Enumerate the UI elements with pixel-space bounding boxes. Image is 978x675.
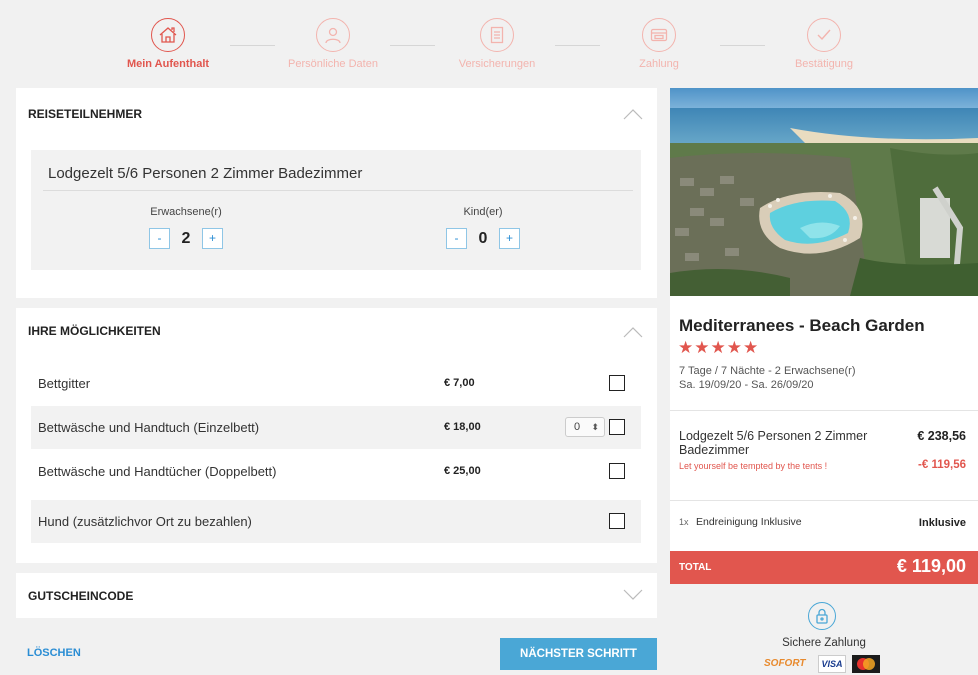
step-label: Zahlung	[639, 58, 679, 70]
quantity-value: 0	[574, 421, 581, 433]
card-icon	[642, 18, 676, 52]
next-step-button[interactable]: NÄCHSTER SCHRITT	[500, 638, 657, 670]
option-price: € 7,00	[444, 377, 475, 389]
step-label: Bestätigung	[794, 58, 854, 70]
check-icon	[807, 18, 841, 52]
option-checkbox[interactable]	[609, 463, 625, 479]
step-bestaetigung[interactable]: Bestätigung	[754, 18, 894, 70]
booking-summary-card: Mediterranees - Beach Garden ★★★★★ 7 Tag…	[670, 296, 978, 584]
children-label: Kind(er)	[463, 206, 503, 218]
stay-info: 7 Tage / 7 Nächte - 2 Erwachsene(r) Sa. …	[679, 364, 856, 392]
mastercard-logo	[852, 655, 880, 673]
total-value: € 119,00	[896, 556, 966, 576]
campsite-name: Mediterranees - Beach Garden	[679, 316, 925, 335]
adults-decrement-button[interactable]: -	[149, 228, 170, 249]
option-row-bettgitter: Bettgitter € 7,00	[31, 362, 641, 405]
option-row-hund: Hund (zusätzlichvor Ort zu bezahlen)	[31, 500, 641, 543]
children-decrement-button[interactable]: -	[446, 228, 467, 249]
options-title: IHRE MÖGLICHKEITEN	[28, 324, 161, 338]
user-icon	[316, 18, 350, 52]
children-increment-button[interactable]: +	[499, 228, 520, 249]
sofort-logo: SOFORT	[764, 658, 806, 669]
star-rating: ★★★★★	[678, 338, 760, 357]
secure-payment-label: Sichere Zahlung	[782, 637, 866, 649]
option-checkbox[interactable]	[609, 375, 625, 391]
summary-room-price: € 238,56	[917, 429, 966, 443]
cleaning-label: Endreinigung Inklusive	[696, 516, 802, 528]
participants-title: REISETEILNEHMER	[28, 107, 143, 121]
voucher-panel[interactable]: GUTSCHEINCODE	[16, 573, 657, 618]
adults-increment-button[interactable]: +	[202, 228, 223, 249]
stay-dates: Sa. 19/09/20 - Sa. 26/09/20	[679, 379, 814, 391]
campsite-photo	[670, 88, 978, 296]
chevron-down-icon[interactable]	[623, 589, 643, 601]
room-name: Lodgezelt 5/6 Personen 2 Zimmer Badezimm…	[48, 165, 363, 182]
payment-logos: SOFORT VISA	[764, 655, 880, 673]
children-counter: Kind(er) - 0 +	[423, 206, 543, 249]
divider	[670, 500, 978, 501]
cleaning-quantity: 1x	[679, 517, 689, 527]
participants-panel: REISETEILNEHMER Lodgezelt 5/6 Personen 2…	[16, 88, 657, 298]
option-checkbox[interactable]	[609, 419, 625, 435]
total-label: TOTAL	[679, 562, 712, 573]
document-icon	[480, 18, 514, 52]
step-persoenliche-daten[interactable]: Persönliche Daten	[263, 18, 403, 70]
step-label: Versicherungen	[458, 58, 536, 70]
chevron-up-icon[interactable]	[623, 108, 643, 120]
step-label: Mein Aufenthalt	[126, 58, 210, 70]
voucher-title: GUTSCHEINCODE	[28, 589, 134, 603]
visa-logo: VISA	[818, 655, 846, 673]
option-price: € 18,00	[444, 421, 481, 433]
option-row-bettwaesche-einzelbett: Bettwäsche und Handtuch (Einzelbett) € 1…	[31, 406, 641, 449]
divider	[43, 190, 633, 191]
select-arrows-icon: ⬍	[591, 422, 599, 432]
adults-counter: Erwachsene(r) - 2 +	[126, 206, 246, 249]
children-value: 0	[478, 229, 488, 247]
stay-duration: 7 Tage / 7 Nächte - 2 Erwachsene(r)	[679, 365, 856, 377]
step-versicherungen[interactable]: Versicherungen	[427, 18, 567, 70]
option-name: Bettgitter	[38, 376, 91, 391]
option-name: Hund (zusätzlichvor Ort zu bezahlen)	[38, 514, 252, 529]
option-name: Bettwäsche und Handtücher (Doppelbett)	[38, 464, 277, 479]
option-row-bettwaesche-doppelbett: Bettwäsche und Handtücher (Doppelbett) €…	[31, 450, 641, 493]
option-price: € 25,00	[444, 465, 481, 477]
options-panel: IHRE MÖGLICHKEITEN Bettgitter € 7,00 Bet…	[16, 308, 657, 563]
summary-room-name: Lodgezelt 5/6 Personen 2 Zimmer Badezimm…	[679, 429, 868, 457]
divider	[670, 410, 978, 411]
house-icon	[151, 18, 185, 52]
total-bar: TOTAL € 119,00	[670, 551, 978, 584]
room-participants-box: Lodgezelt 5/6 Personen 2 Zimmer Badezimm…	[31, 150, 641, 270]
cleaning-value: Inklusive	[918, 517, 966, 529]
step-label: Persönliche Daten	[288, 58, 378, 70]
promo-text: Let yourself be tempted by the tents !	[679, 461, 828, 471]
clear-link[interactable]: LÖSCHEN	[27, 647, 81, 659]
adults-value: 2	[181, 229, 191, 247]
chevron-up-icon[interactable]	[623, 326, 643, 338]
promo-discount: -€ 119,56	[918, 459, 966, 471]
option-name: Bettwäsche und Handtuch (Einzelbett)	[38, 420, 260, 435]
option-checkbox[interactable]	[609, 513, 625, 529]
step-mein-aufenthalt[interactable]: Mein Aufenthalt	[98, 18, 238, 70]
checkout-stepper: Mein Aufenthalt Persönliche Daten Versic…	[0, 0, 978, 80]
step-zahlung[interactable]: Zahlung	[589, 18, 729, 70]
quantity-select[interactable]: 0 ⬍	[565, 417, 605, 437]
adults-label: Erwachsene(r)	[150, 206, 222, 218]
lock-icon	[808, 602, 836, 630]
